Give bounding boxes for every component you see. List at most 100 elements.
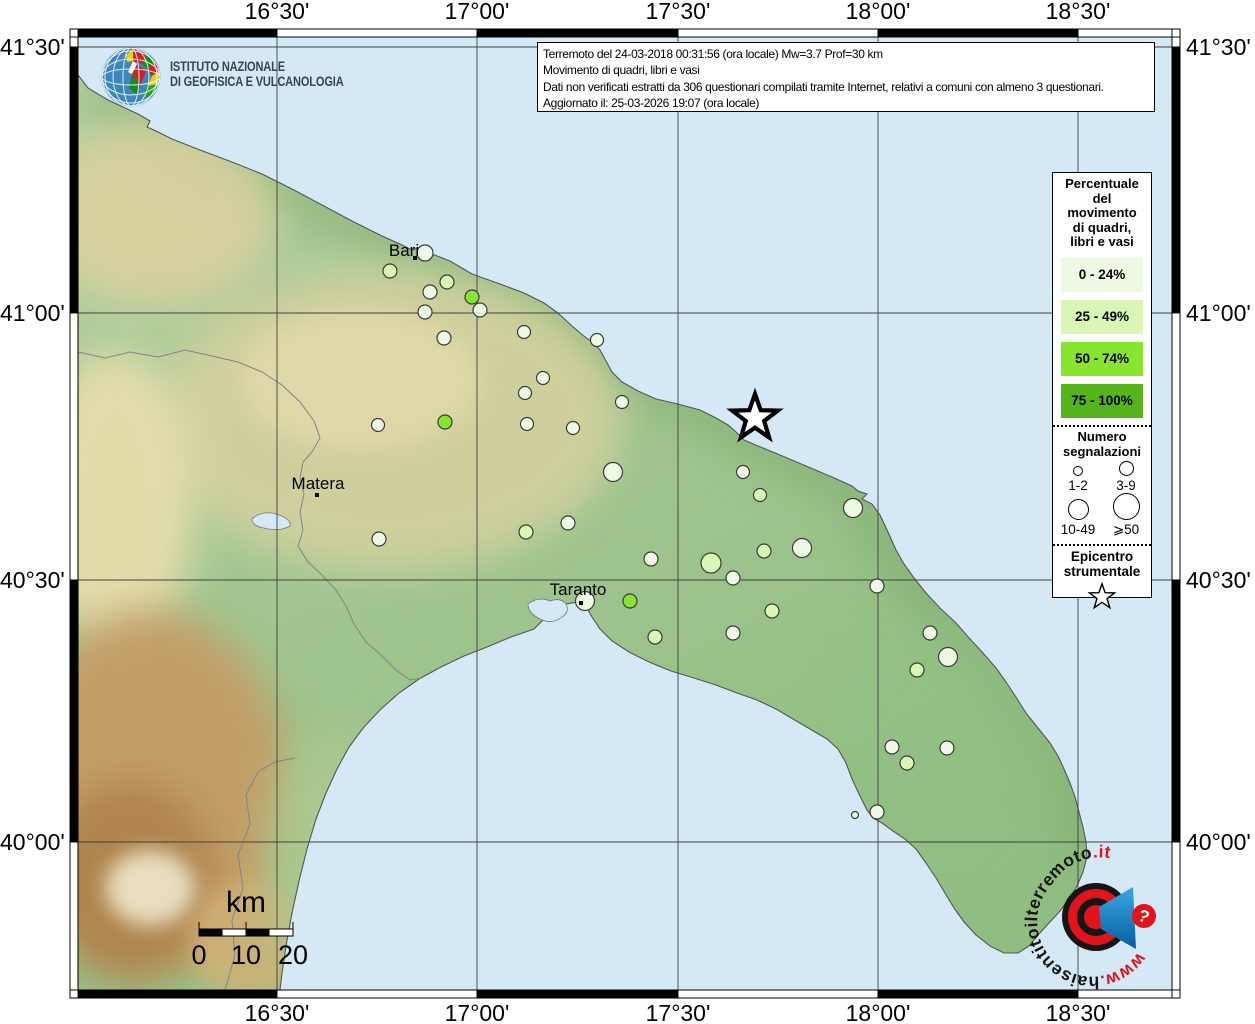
felt-report-point bbox=[726, 571, 740, 585]
event-title-line: Terremoto del 24-03-2018 00:31:56 (ora l… bbox=[543, 46, 1149, 62]
legend-pct-title: Percentuale del movimento di quadri, lib… bbox=[1053, 173, 1151, 250]
legend-swatch-50-74: 50 - 74% bbox=[1061, 342, 1143, 376]
legend-pct-title-line: Percentuale bbox=[1053, 177, 1151, 192]
city-label-bari: Bari bbox=[344, 241, 464, 261]
count-circle-icon bbox=[1073, 466, 1083, 476]
felt-report-point bbox=[870, 579, 884, 593]
event-info-box: Terremoto del 24-03-2018 00:31:56 (ora l… bbox=[537, 42, 1155, 112]
count-circle-icon bbox=[1119, 461, 1134, 476]
legend-pct-title-line: del bbox=[1053, 192, 1151, 207]
legend-epicenter-title: Epicentro strumentale bbox=[1053, 546, 1151, 580]
felt-report-point bbox=[521, 418, 534, 431]
legend-pct-title-line: di quadri, bbox=[1053, 221, 1151, 236]
felt-report-point bbox=[648, 630, 662, 644]
city-label-matera: Matera bbox=[258, 474, 378, 494]
event-data-line: Dati non verificati estratti da 306 ques… bbox=[543, 79, 1149, 95]
lon-label-bottom-1630: 16°30' bbox=[207, 1000, 347, 1024]
legend-count-title: Numero segnalazioni bbox=[1053, 427, 1151, 459]
felt-report-point bbox=[616, 396, 629, 409]
lat-label-right-4100: 41°00' bbox=[1186, 300, 1255, 326]
legend-pct-title-line: libri e vasi bbox=[1053, 235, 1151, 250]
count-label: ⩾50 bbox=[1113, 522, 1139, 537]
felt-report-point bbox=[518, 326, 531, 339]
felt-report-point bbox=[870, 805, 884, 819]
felt-report-point bbox=[701, 553, 721, 573]
lon-label-bottom-1730: 17°30' bbox=[608, 1000, 748, 1024]
legend-star-icon bbox=[1085, 582, 1119, 614]
legend-epi-title-line: Epicentro bbox=[1053, 549, 1151, 565]
felt-report-point bbox=[737, 466, 750, 479]
legend-count-1-2: 1-2 bbox=[1054, 461, 1102, 493]
count-label: 3-9 bbox=[1116, 478, 1136, 493]
legend-count-50plus: ⩾50 bbox=[1102, 493, 1150, 537]
legend-pct-title-line: movimento bbox=[1053, 206, 1151, 221]
felt-report-point bbox=[754, 489, 767, 502]
lon-label-bottom-1800: 18°00' bbox=[808, 1000, 948, 1024]
felt-report-point bbox=[604, 463, 623, 482]
map-body: www.haisentitoilterremoto.it ? bbox=[10, 37, 1172, 1000]
felt-report-point bbox=[372, 532, 386, 546]
lon-label-top-1630: 16°30' bbox=[207, 0, 347, 25]
felt-report-point bbox=[437, 331, 451, 345]
felt-report-point bbox=[910, 663, 924, 677]
lat-label-right-4030: 40°30' bbox=[1186, 567, 1255, 593]
legend-count-grid: 1-2 3-9 10-49 ⩾50 bbox=[1054, 461, 1150, 537]
felt-report-point bbox=[423, 285, 437, 299]
lat-label-right-4130: 41°30' bbox=[1186, 34, 1255, 60]
city-marker-icon bbox=[413, 256, 417, 260]
legend-count-title-line: segnalazioni bbox=[1053, 444, 1151, 459]
felt-report-point bbox=[440, 275, 454, 289]
felt-report-point bbox=[519, 525, 533, 539]
felt-report-point bbox=[519, 387, 532, 400]
ingv-globe-icon bbox=[102, 48, 160, 106]
lat-label-left-4030: 40°30' bbox=[0, 567, 64, 593]
lat-label-right-4000: 40°00' bbox=[1186, 829, 1255, 855]
felt-report-point bbox=[438, 415, 452, 429]
city-label-taranto: Taranto bbox=[518, 580, 638, 600]
lon-label-top-1700: 17°00' bbox=[407, 0, 547, 25]
felt-report-point bbox=[473, 303, 487, 317]
count-label: 10-49 bbox=[1061, 522, 1096, 537]
felt-report-point bbox=[940, 741, 954, 755]
felt-report-point bbox=[793, 539, 812, 558]
felt-report-point bbox=[923, 626, 937, 640]
legend-swatch-75-100: 75 - 100% bbox=[1061, 384, 1143, 418]
felt-report-point bbox=[561, 516, 575, 530]
felt-report-point bbox=[567, 422, 580, 435]
event-updated-line: Aggiornato il: 25-03-2026 19:07 (ora loc… bbox=[543, 95, 1149, 111]
ingv-line1: ISTITUTO NAZIONALE bbox=[170, 60, 344, 75]
legend-count-10-49: 10-49 bbox=[1054, 493, 1102, 537]
felt-report-point bbox=[383, 264, 397, 278]
city-marker-icon bbox=[579, 601, 583, 605]
legend-epi-title-line: strumentale bbox=[1053, 564, 1151, 580]
felt-report-point bbox=[537, 372, 550, 385]
scalebar-tick-20: 20 bbox=[263, 940, 323, 971]
legend-count-title-line: Numero bbox=[1053, 429, 1151, 444]
count-circle-icon bbox=[1068, 499, 1089, 520]
legend-count-3-9: 3-9 bbox=[1102, 461, 1150, 493]
count-circle-icon bbox=[1113, 493, 1140, 520]
ingv-line2: DI GEOFISICA E VULCANOLOGIA bbox=[170, 75, 344, 90]
city-marker-icon bbox=[315, 493, 319, 497]
felt-report-point bbox=[726, 626, 740, 640]
count-label: 1-2 bbox=[1068, 478, 1088, 493]
lon-label-bottom-1700: 17°00' bbox=[407, 1000, 547, 1024]
felt-report-point bbox=[885, 740, 899, 754]
ingv-logo-text: ISTITUTO NAZIONALE DI GEOFISICA E VULCAN… bbox=[170, 60, 344, 89]
felt-report-point bbox=[900, 756, 914, 770]
lon-label-top-1800: 18°00' bbox=[808, 0, 948, 25]
scalebar-unit: km bbox=[196, 886, 296, 920]
felt-report-point bbox=[765, 604, 779, 618]
lat-label-left-4000: 40°00' bbox=[0, 829, 64, 855]
felt-report-point bbox=[844, 499, 863, 518]
event-motion-line: Movimento di quadri, libri e vasi bbox=[543, 62, 1149, 78]
felt-report-point bbox=[372, 419, 385, 432]
legend-panel: Percentuale del movimento di quadri, lib… bbox=[1052, 172, 1152, 598]
lon-label-bottom-1830: 18°30' bbox=[1008, 1000, 1148, 1024]
felt-report-point bbox=[644, 552, 658, 566]
felt-report-point bbox=[591, 334, 604, 347]
legend-swatch-0-24: 0 - 24% bbox=[1061, 258, 1143, 292]
felt-map-page: www.haisentitoilterremoto.it ? bbox=[0, 0, 1255, 1024]
felt-report-point bbox=[465, 290, 479, 304]
lon-label-top-1830: 18°30' bbox=[1008, 0, 1148, 25]
